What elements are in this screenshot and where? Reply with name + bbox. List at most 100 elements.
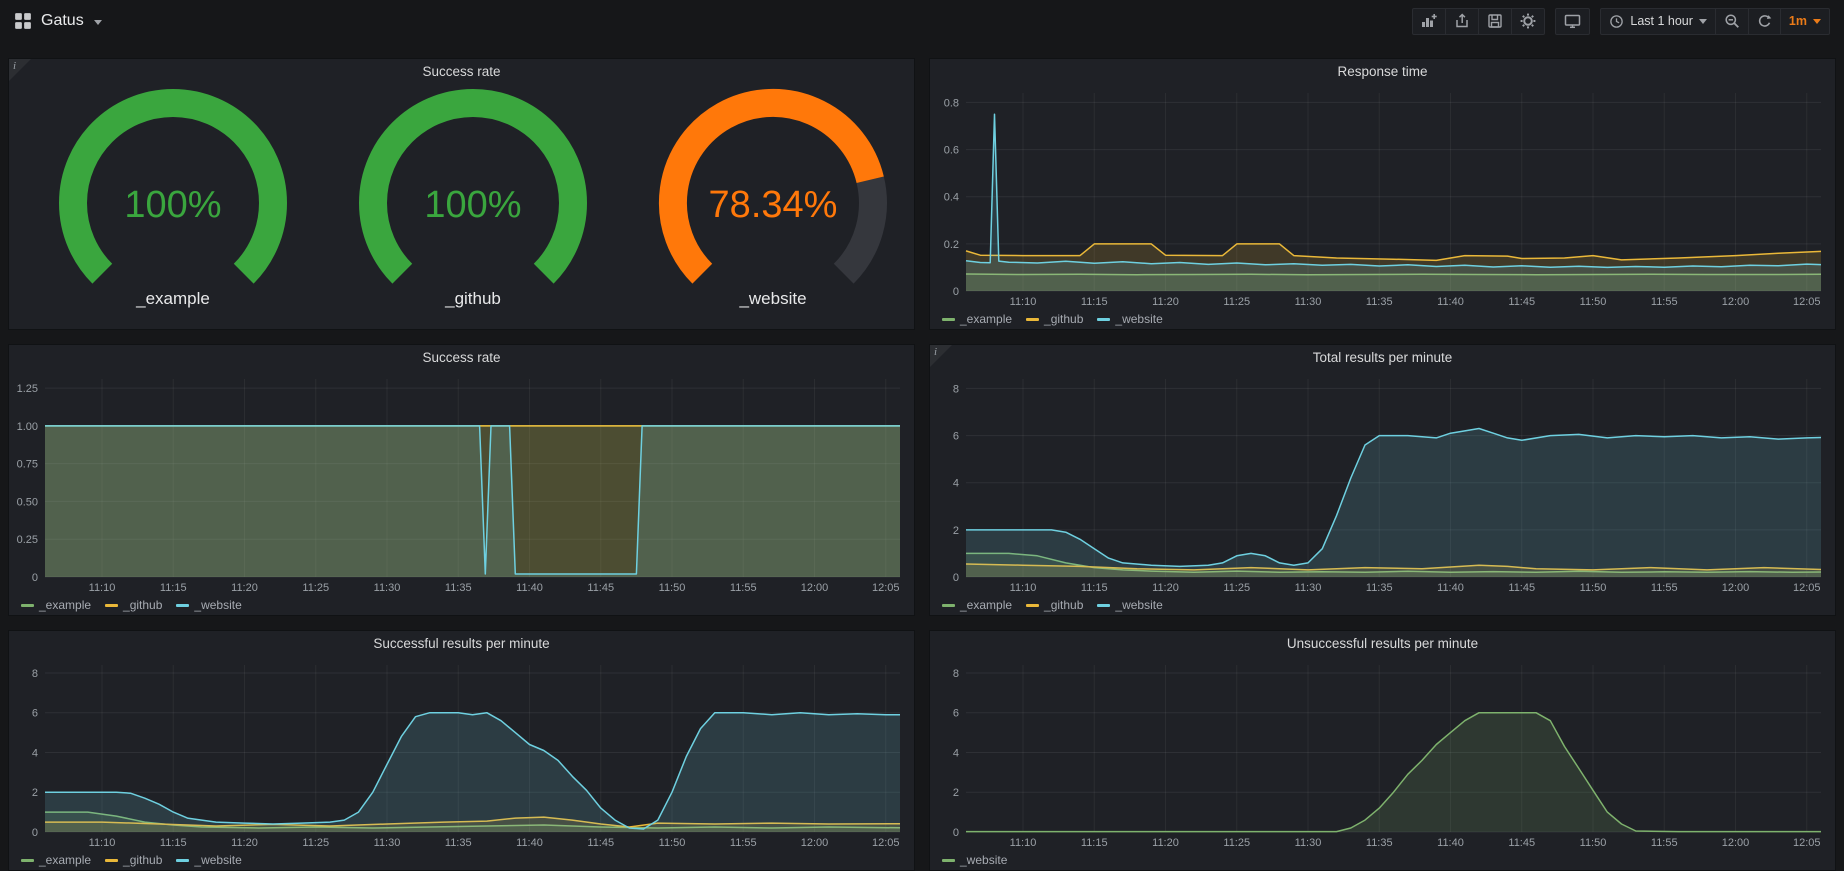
y-tick-label: 4 — [953, 478, 959, 490]
panel-body: 00.20.40.60.811:1011:1511:2011:2511:3011… — [930, 85, 1835, 309]
add-panel-button[interactable] — [1412, 8, 1446, 35]
panel-title[interactable]: Unsuccessful results per minute — [930, 631, 1835, 657]
series-fill-_website — [45, 426, 900, 577]
panel-title[interactable]: Successful results per minute — [9, 631, 914, 657]
legend-item[interactable]: _github — [105, 853, 162, 867]
gauge-value: 100% — [124, 184, 221, 226]
x-tick-label: 11:25 — [1223, 296, 1250, 308]
chart-legend: _website — [930, 850, 1835, 870]
legend-item[interactable]: _github — [105, 598, 162, 612]
x-tick-label: 12:05 — [1793, 837, 1821, 849]
y-tick-label: 2 — [953, 525, 959, 537]
success-rate-chart-panel: Success rate00.250.500.751.001.2511:1011… — [8, 344, 915, 616]
legend-item[interactable]: _github — [1026, 312, 1083, 326]
legend-series-name: _website — [960, 853, 1007, 867]
gauge-series-label: _github — [445, 289, 501, 309]
apps-grid-icon[interactable] — [14, 12, 32, 30]
chart-plot[interactable]: 0246811:1011:1511:2011:2511:3011:3511:40… — [9, 657, 914, 850]
x-tick-label: 12:00 — [1722, 296, 1750, 308]
zoom-out-button[interactable] — [1715, 8, 1749, 35]
x-tick-label: 11:15 — [1081, 582, 1108, 594]
chart-plot[interactable]: 00.20.40.60.811:1011:1511:2011:2511:3011… — [930, 85, 1835, 309]
panel-title[interactable]: Total results per minute — [930, 345, 1835, 371]
legend-series-swatch — [1097, 604, 1110, 607]
save-button[interactable] — [1478, 8, 1512, 35]
y-tick-label: 0.4 — [944, 192, 959, 204]
legend-item[interactable]: _example — [21, 853, 91, 867]
x-tick-label: 11:50 — [659, 837, 686, 849]
chart-plot[interactable]: 0246811:1011:1511:2011:2511:3011:3511:40… — [930, 657, 1835, 850]
caret-down-icon[interactable] — [93, 19, 103, 26]
panel-title[interactable]: Success rate — [9, 59, 914, 85]
refresh-icon — [1757, 14, 1772, 29]
gauge-value: 78.34% — [709, 184, 838, 226]
x-tick-label: 11:30 — [1295, 296, 1322, 308]
x-tick-label: 11:25 — [1223, 582, 1250, 594]
x-tick-label: 11:35 — [1366, 582, 1393, 594]
legend-item[interactable]: _example — [21, 598, 91, 612]
successful-results-per-minute-panel: Successful results per minute0246811:101… — [8, 630, 915, 871]
time-controls-group: Last 1 hour 1m — [1600, 8, 1830, 35]
panel-title[interactable]: Success rate — [9, 345, 914, 371]
legend-item[interactable]: _website — [1097, 598, 1162, 612]
legend-item[interactable]: _example — [942, 312, 1012, 326]
chart-plot[interactable]: 0246811:1011:1511:2011:2511:3011:3511:40… — [930, 371, 1835, 595]
legend-series-swatch — [942, 859, 955, 862]
y-tick-label: 0 — [953, 572, 959, 584]
y-tick-label: 1.00 — [17, 421, 38, 433]
legend-item[interactable]: _website — [176, 853, 241, 867]
y-tick-label: 1.25 — [17, 383, 38, 395]
legend-series-swatch — [1026, 604, 1039, 607]
x-tick-label: 12:05 — [1793, 296, 1821, 308]
legend-item[interactable]: _website — [942, 853, 1007, 867]
refresh-interval-dropdown[interactable]: 1m — [1780, 8, 1830, 35]
legend-series-swatch — [176, 604, 189, 607]
legend-series-name: _website — [194, 598, 241, 612]
x-tick-label: 11:15 — [160, 837, 187, 849]
y-tick-label: 8 — [953, 668, 959, 680]
x-tick-label: 11:40 — [1437, 582, 1464, 594]
panel-info-icon[interactable]: i — [930, 345, 952, 367]
gauge-canvas: 100% — [23, 87, 323, 291]
cycle-view-button[interactable] — [1555, 8, 1590, 35]
x-tick-label: 11:45 — [587, 582, 614, 594]
legend-item[interactable]: _github — [1026, 598, 1083, 612]
y-tick-label: 0 — [32, 572, 38, 584]
share-button[interactable] — [1445, 8, 1479, 35]
legend-item[interactable]: _website — [1097, 312, 1162, 326]
y-tick-label: 2 — [953, 787, 959, 799]
y-tick-label: 4 — [32, 747, 38, 759]
legend-item[interactable]: _website — [176, 598, 241, 612]
nav-right: Last 1 hour 1m — [1412, 8, 1830, 35]
x-tick-label: 11:55 — [730, 582, 757, 594]
x-tick-label: 11:35 — [445, 837, 472, 849]
time-range-picker[interactable]: Last 1 hour — [1600, 8, 1716, 35]
x-tick-label: 11:40 — [1437, 837, 1464, 849]
chart-plot[interactable]: 00.250.500.751.001.2511:1011:1511:2011:2… — [9, 371, 914, 595]
panel-body: 00.250.500.751.001.2511:1011:1511:2011:2… — [9, 371, 914, 595]
dashboard-grid: iSuccess rate100%_example100%_github78.3… — [0, 42, 1844, 871]
legend-series-swatch — [105, 604, 118, 607]
refresh-button[interactable] — [1748, 8, 1781, 35]
y-tick-label: 2 — [32, 787, 38, 799]
x-tick-label: 11:30 — [1295, 837, 1322, 849]
total-results-per-minute-panel: iTotal results per minute0246811:1011:15… — [929, 344, 1836, 616]
share-icon — [1454, 13, 1470, 29]
monitor-icon — [1564, 13, 1581, 29]
panel-title[interactable]: Response time — [930, 59, 1835, 85]
x-tick-label: 12:00 — [1722, 582, 1750, 594]
legend-series-name: _example — [960, 312, 1012, 326]
dashboard-title[interactable]: Gatus — [41, 12, 84, 30]
navbar: Gatus Last 1 hour — [0, 0, 1844, 42]
y-tick-label: 0.8 — [944, 97, 959, 109]
x-tick-label: 11:45 — [1508, 582, 1535, 594]
gear-icon — [1520, 13, 1536, 29]
save-icon — [1487, 13, 1503, 29]
x-tick-label: 11:20 — [1152, 296, 1179, 308]
y-tick-label: 0.6 — [944, 145, 959, 157]
panel-body: 0246811:1011:1511:2011:2511:3011:3511:40… — [930, 371, 1835, 595]
x-tick-label: 11:20 — [231, 837, 258, 849]
legend-item[interactable]: _example — [942, 598, 1012, 612]
panel-info-icon[interactable]: i — [9, 59, 31, 81]
settings-button[interactable] — [1511, 8, 1545, 35]
